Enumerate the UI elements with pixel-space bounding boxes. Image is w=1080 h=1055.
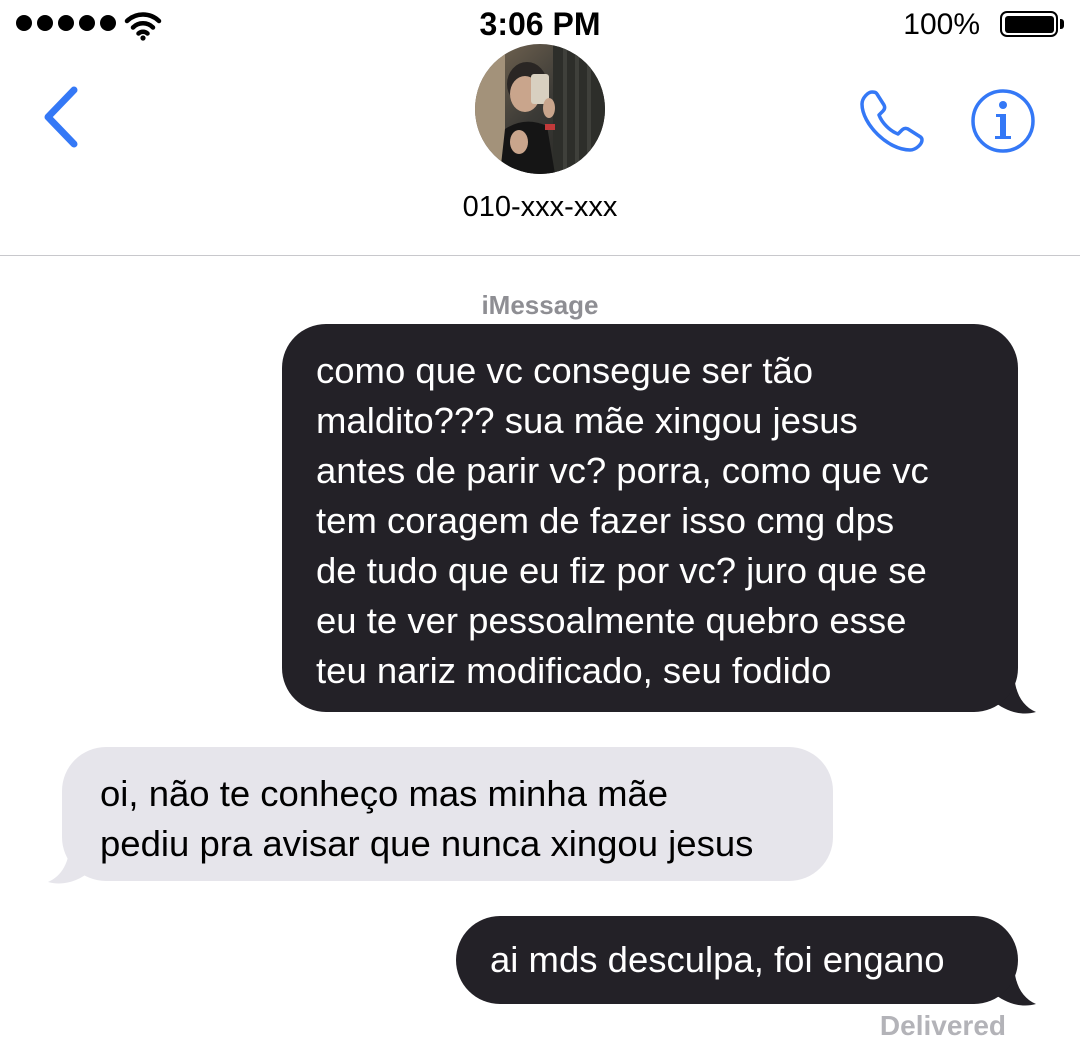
back-button[interactable]	[38, 82, 88, 152]
battery-tip	[1060, 19, 1064, 29]
avatar[interactable]	[475, 44, 605, 174]
header-divider	[0, 255, 1080, 256]
messages-screen: 3:06 PM 100% 010-xxx-xxx iMessage como q…	[0, 0, 1080, 1055]
phone-call-button[interactable]	[858, 86, 928, 156]
message-bubble-sent[interactable]: como que vc consegue ser tão maldito??? …	[282, 324, 1018, 712]
message-bubble-sent[interactable]: ai mds desculpa, foi engano	[456, 916, 1018, 1004]
chevron-left-icon	[44, 86, 78, 148]
status-bar: 3:06 PM 100%	[0, 0, 1080, 50]
info-icon	[971, 89, 1035, 153]
message-bubble-received[interactable]: oi, não te conheço mas minha mãe pediu p…	[62, 747, 833, 881]
delivery-status: Delivered	[879, 1010, 1006, 1041]
contact-name[interactable]: 010-xxx-xxx	[0, 191, 1080, 224]
phone-icon	[860, 90, 924, 152]
battery-icon	[1000, 11, 1058, 37]
contact-info-button[interactable]	[970, 88, 1036, 154]
service-label: iMessage	[481, 290, 599, 320]
battery-percent: 100%	[903, 8, 980, 41]
conversation-header: 010-xxx-xxx	[0, 44, 1080, 255]
